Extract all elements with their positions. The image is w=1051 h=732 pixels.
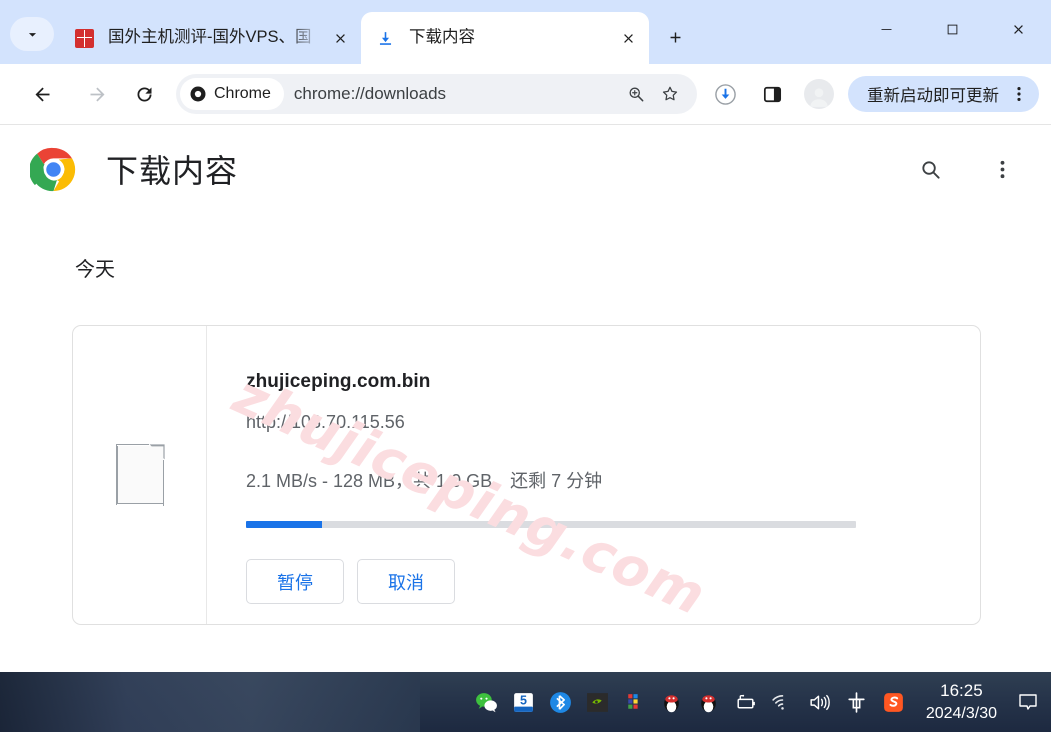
downloads-button[interactable]: [706, 75, 744, 113]
clock-time: 16:25: [940, 681, 983, 701]
back-arrow-icon: [35, 87, 49, 101]
pause-button[interactable]: 暂停: [246, 559, 344, 604]
forward-button[interactable]: [78, 75, 116, 113]
taskbar-clock[interactable]: 16:25 2024/3/30: [926, 680, 997, 724]
omnibox-url-text: chrome://downloads: [293, 84, 447, 103]
download-progress-fill: [246, 521, 323, 528]
ime-chinese-icon[interactable]: [838, 672, 875, 732]
download-icon: [374, 27, 396, 49]
close-icon: [1013, 24, 1023, 34]
star-icon[interactable]: [655, 79, 685, 109]
download-item-card[interactable]: zhujiceping.com.bin http://103.70.115.56…: [72, 325, 981, 625]
side-panel-button[interactable]: [753, 75, 791, 113]
qq-icon[interactable]: [653, 672, 690, 732]
document-icon: [115, 444, 165, 506]
reload-icon: [137, 87, 151, 101]
download-progress-bar: [246, 521, 856, 528]
plus-icon: [670, 32, 680, 42]
tab-downloads[interactable]: 下载内容: [361, 12, 649, 64]
download-action-buttons: 暂停 取消: [246, 559, 980, 604]
svg-text:5: 5: [520, 693, 527, 707]
wechat-icon[interactable]: [468, 672, 505, 732]
clock-date: 2024/3/30: [925, 704, 997, 722]
sogou-icon[interactable]: [875, 672, 912, 732]
browser-toolbar: Chrome chrome://downloads 重新启动即可更新: [0, 64, 1051, 125]
close-icon: [335, 33, 345, 43]
zoom-in-icon[interactable]: [621, 79, 651, 109]
notification-icon: [1019, 694, 1037, 710]
update-button-label: 重新启动即可更新: [867, 87, 999, 105]
window-controls: [853, 0, 1051, 58]
download-filename[interactable]: zhujiceping.com.bin: [246, 371, 980, 393]
downloads-search-button[interactable]: [909, 148, 951, 190]
download-file-icon-cell: [73, 326, 207, 624]
three-dot-menu-icon: [1000, 160, 1004, 178]
minimize-button[interactable]: [853, 0, 919, 58]
maximize-button[interactable]: [919, 0, 985, 58]
downloads-page: 下载内容 今天 zhujiceping.com.bin http://103.7…: [0, 125, 1051, 672]
browser-menu-button[interactable]: [1005, 78, 1033, 110]
avatar-icon: [810, 88, 828, 107]
bluetooth-icon[interactable]: [542, 672, 579, 732]
cancel-button[interactable]: 取消: [357, 559, 455, 604]
tab-close-button[interactable]: [327, 25, 353, 51]
downloads-page-header: 下载内容: [0, 125, 1051, 213]
tab-search-button[interactable]: [10, 17, 54, 51]
chrome-logo: [30, 147, 76, 191]
three-dot-menu-icon: [1017, 87, 1021, 101]
forward-arrow-icon: [90, 87, 104, 101]
xunlei-icon[interactable]: 5: [505, 672, 542, 732]
back-button[interactable]: [23, 75, 61, 113]
wifi-icon[interactable]: [764, 672, 801, 732]
close-icon: [623, 33, 633, 43]
page-title: 下载内容: [106, 153, 239, 189]
downloads-menu-button[interactable]: [981, 148, 1023, 190]
battery-charging-icon[interactable]: [727, 672, 764, 732]
download-status-text: 2.1 MB/s - 128 MB，共 1.0 GB，还剩 7 分钟: [246, 471, 603, 491]
side-panel-icon: [763, 86, 781, 102]
update-button[interactable]: 重新启动即可更新: [848, 76, 1039, 112]
download-item-details: zhujiceping.com.bin http://103.70.115.56…: [207, 326, 980, 624]
search-icon: [921, 160, 940, 179]
downloads-section-label: 今天: [75, 259, 115, 281]
avatar[interactable]: [804, 79, 834, 109]
color-grid-icon[interactable]: [616, 672, 653, 732]
browser-window: 国外主机测评-国外VPS、国 下载内容 Chrome chrome://down…: [0, 0, 1051, 672]
tab-strip: 国外主机测评-国外VPS、国 下载内容: [0, 0, 1051, 64]
windows-taskbar: 5 16:25 2024/3/30: [0, 672, 1051, 732]
seal-favicon: [73, 27, 95, 49]
reload-button[interactable]: [125, 75, 163, 113]
system-tray: 5: [468, 672, 912, 732]
tab-guowai-zhuji[interactable]: 国外主机测评-国外VPS、国: [60, 12, 361, 64]
tab-title: 下载内容: [409, 28, 475, 47]
maximize-icon: [947, 24, 957, 34]
omnibox-chip-label: Chrome: [214, 85, 271, 102]
tab-close-button[interactable]: [615, 25, 641, 51]
omnibox-chrome-chip[interactable]: Chrome: [180, 78, 284, 110]
download-source-url[interactable]: http://103.70.115.56: [246, 412, 980, 433]
downloads-progress-icon: [714, 83, 736, 105]
volume-icon[interactable]: [801, 672, 838, 732]
chrome-mono-icon: [190, 86, 206, 102]
omnibox[interactable]: Chrome chrome://downloads: [176, 74, 697, 114]
new-tab-button[interactable]: [658, 20, 692, 54]
chevron-down-icon: [28, 32, 36, 37]
qq-icon-2[interactable]: [690, 672, 727, 732]
notification-button[interactable]: [1005, 672, 1051, 732]
close-window-button[interactable]: [985, 0, 1051, 58]
minimize-icon: [881, 28, 891, 30]
tab-title: 国外主机测评-国外VPS、国: [108, 28, 312, 47]
nvidia-icon[interactable]: [579, 672, 616, 732]
